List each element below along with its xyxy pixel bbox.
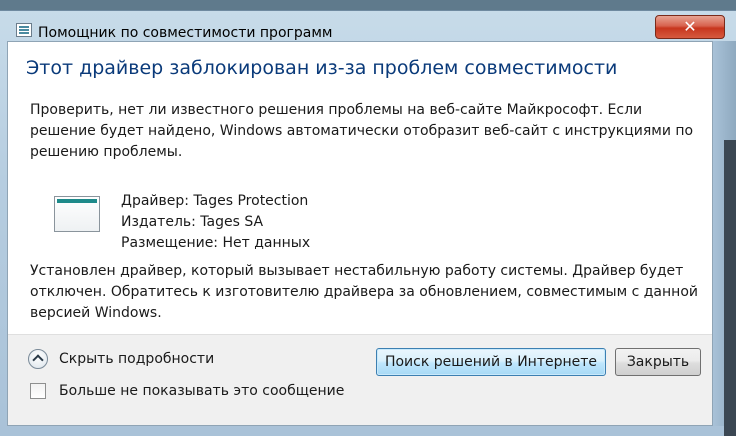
dont-show-again-checkbox[interactable] bbox=[30, 383, 46, 399]
warning-text: Установлен драйвер, который вызывает нес… bbox=[30, 263, 698, 321]
close-icon: ✕ bbox=[683, 17, 697, 36]
dont-show-again[interactable]: Больше не показывать это сообщение bbox=[30, 380, 344, 402]
driver-location: Размещение: Нет данных bbox=[121, 235, 311, 251]
toggle-details-label[interactable]: Скрыть подробности bbox=[59, 351, 214, 367]
app-icon bbox=[16, 23, 32, 37]
driver-icon bbox=[54, 196, 100, 232]
chevron-up-icon[interactable] bbox=[28, 349, 48, 369]
dialog-client-area: Этот драйвер заблокирован из-за проблем … bbox=[7, 41, 713, 426]
driver-details: Драйвер: Tages Protection Издатель: Tage… bbox=[121, 191, 310, 254]
window-title: Помощник по совместимости программ bbox=[38, 25, 333, 41]
dialog-footer: Скрыть подробности Больше не показывать … bbox=[8, 334, 712, 425]
background-strip bbox=[724, 140, 736, 436]
toggle-details[interactable]: Скрыть подробности bbox=[28, 348, 214, 370]
driver-name: Драйвер: Tages Protection bbox=[121, 193, 309, 209]
search-online-button[interactable]: Поиск решений в Интернете bbox=[376, 348, 606, 376]
driver-publisher: Издатель: Tages SA bbox=[121, 214, 264, 230]
close-button[interactable]: Закрыть bbox=[615, 348, 701, 376]
intro-text: Проверить, нет ли известного решения про… bbox=[30, 102, 694, 160]
window-close-button[interactable]: ✕ bbox=[655, 15, 725, 39]
dialog-headline: Этот драйвер заблокирован из-за проблем … bbox=[26, 57, 618, 79]
dont-show-again-label[interactable]: Больше не показывать это сообщение bbox=[59, 383, 344, 399]
title-bar[interactable]: Помощник по совместимости программ ✕ bbox=[0, 11, 736, 43]
